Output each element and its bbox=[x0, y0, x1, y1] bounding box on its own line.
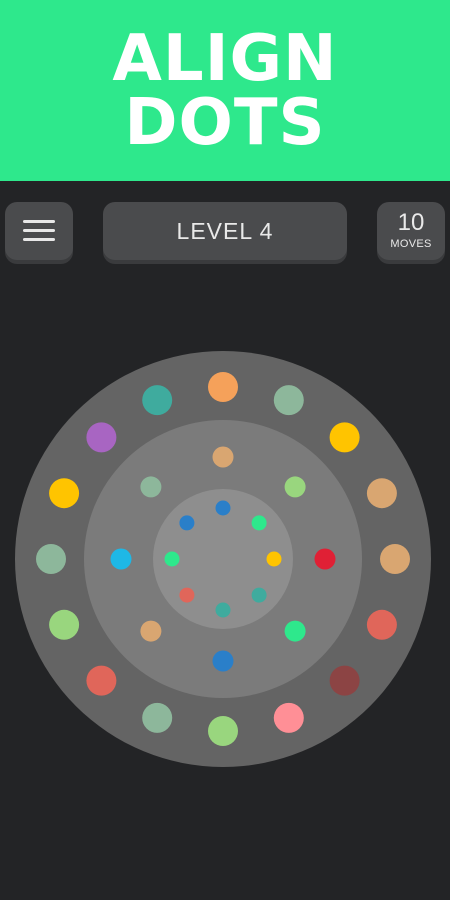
dot-outer-9 bbox=[142, 702, 173, 733]
dot-middle-5 bbox=[140, 620, 162, 642]
rings-svg bbox=[15, 351, 431, 767]
dot-inner-5 bbox=[179, 587, 195, 603]
ring-inner[interactable] bbox=[153, 489, 293, 629]
dot-outer-2 bbox=[329, 422, 360, 453]
game-board bbox=[0, 340, 450, 780]
dot-outer-0 bbox=[208, 372, 238, 402]
dot-outer-3 bbox=[366, 478, 397, 509]
dot-outer-6 bbox=[329, 665, 360, 696]
dot-outer-8 bbox=[208, 716, 238, 746]
moves-label: MOVES bbox=[390, 238, 432, 250]
dot-inner-0 bbox=[215, 500, 231, 516]
dot-outer-12 bbox=[36, 544, 66, 574]
dot-inner-3 bbox=[251, 587, 267, 603]
dot-middle-4 bbox=[212, 650, 234, 672]
menu-button[interactable] bbox=[5, 202, 73, 260]
dot-middle-7 bbox=[140, 476, 162, 498]
dot-outer-15 bbox=[142, 385, 173, 416]
title-line-1: ALIGN bbox=[112, 21, 338, 96]
dot-outer-13 bbox=[49, 478, 80, 509]
dot-inner-7 bbox=[179, 515, 195, 531]
dot-outer-10 bbox=[86, 665, 117, 696]
dot-inner-4 bbox=[215, 602, 231, 618]
dot-outer-11 bbox=[49, 609, 80, 640]
dot-outer-5 bbox=[366, 609, 397, 640]
dot-outer-14 bbox=[86, 422, 117, 453]
dot-inner-6 bbox=[164, 551, 180, 567]
dot-outer-7 bbox=[273, 702, 304, 733]
moves-count: 10 bbox=[397, 209, 425, 236]
dot-outer-1 bbox=[273, 385, 304, 416]
dot-inner-2 bbox=[266, 551, 282, 567]
title-line-2: DOTS bbox=[124, 85, 326, 160]
dot-outer-4 bbox=[380, 544, 410, 574]
dot-middle-6 bbox=[110, 548, 132, 570]
title-banner: ALIGN DOTS bbox=[0, 0, 450, 181]
level-label: LEVEL 4 bbox=[176, 217, 274, 244]
hamburger-menu-icon bbox=[23, 220, 55, 242]
top-bar: LEVEL 4 10 MOVES bbox=[0, 202, 450, 266]
dot-middle-3 bbox=[284, 620, 306, 642]
moves-counter: 10 MOVES bbox=[377, 202, 445, 260]
dot-middle-2 bbox=[314, 548, 336, 570]
dot-middle-1 bbox=[284, 476, 306, 498]
dot-middle-0 bbox=[212, 446, 234, 468]
level-indicator: LEVEL 4 bbox=[103, 202, 347, 260]
dot-inner-1 bbox=[251, 515, 267, 531]
